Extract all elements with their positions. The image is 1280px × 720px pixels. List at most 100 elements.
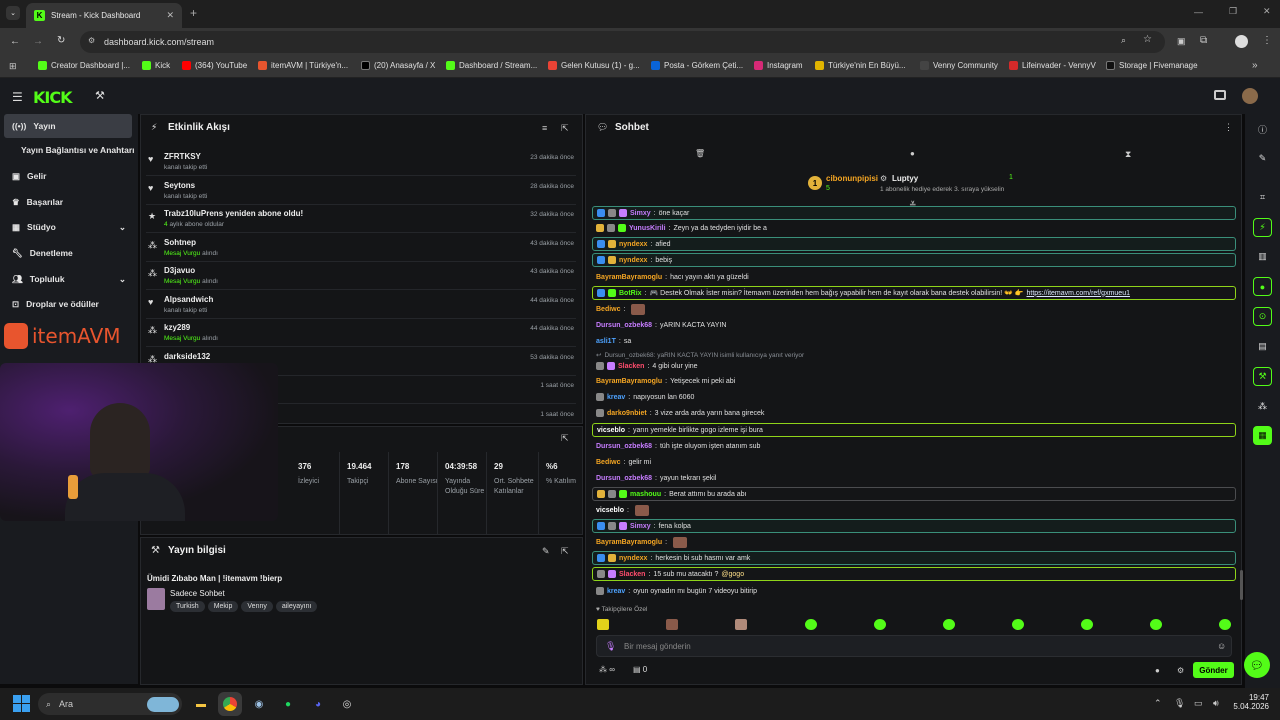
bookmark-itemavm[interactable]: itemAVM | Türkiye'n...: [258, 61, 348, 70]
profile-avatar[interactable]: [1235, 35, 1248, 48]
chat-username[interactable]: nyndexx: [619, 241, 647, 248]
trash-icon[interactable]: 🗑︎: [695, 149, 705, 158]
emote-button[interactable]: [666, 619, 678, 630]
crop-icon[interactable]: ⌗: [1253, 188, 1272, 207]
window-close-icon[interactable]: ✕: [1263, 6, 1271, 17]
emote-button[interactable]: [1012, 619, 1024, 630]
chat-username[interactable]: Dursun_ozbek68: [596, 443, 652, 450]
modqueue-icon[interactable]: ▤: [1253, 337, 1272, 356]
info-icon[interactable]: ⓘ: [1253, 120, 1272, 139]
steam-icon[interactable]: ◉: [247, 692, 271, 716]
chat-username[interactable]: Bediwc: [596, 459, 621, 466]
chat-message[interactable]: BayramBayramoglu: Yetişecek mi peki abi: [592, 374, 1236, 388]
chat-username[interactable]: kreav: [607, 394, 625, 401]
emote-button[interactable]: [943, 619, 955, 630]
activity-event-row[interactable]: ⁂ kzy289 Mesaj Vurgu alındı 44 dakika ön…: [146, 319, 576, 347]
tag[interactable]: Venny: [241, 601, 273, 612]
emote-button[interactable]: [1081, 619, 1093, 630]
extension-icon[interactable]: ▣: [1177, 36, 1186, 47]
chat-message[interactable]: YunusKirili: Zeyn ya da tedyden iyidir be…: [592, 221, 1236, 235]
bookmark-instagram[interactable]: Instagram: [754, 61, 803, 70]
windows-start-icon[interactable]: [13, 695, 30, 712]
taskbar-search[interactable]: ⌕ Ara: [38, 693, 182, 715]
activity-event-row[interactable]: ⁂ D3javuo Mesaj Vurgu alındı 43 dakika ö…: [146, 262, 576, 290]
activity-event-row[interactable]: ★ Trabz10luPrens yeniden abone oldu! 4 a…: [146, 205, 576, 233]
chat-message[interactable]: Dursun_ozbek68: yayun tekrarı şekil: [592, 471, 1236, 485]
pin-icon[interactable]: ⚒: [95, 89, 105, 102]
chat-username[interactable]: kreav: [607, 588, 625, 595]
chat-username[interactable]: BayramBayramoglu: [596, 378, 662, 385]
edit-pencil-icon[interactable]: ✎: [542, 546, 550, 557]
activity-event-row[interactable]: ♥ Seytons kanalı takip etti 28 dakika ön…: [146, 177, 576, 205]
tray-volume-icon[interactable]: 🔊︎: [1213, 698, 1219, 709]
tray-mic-icon[interactable]: 🎙︎: [1174, 698, 1185, 709]
chat-message[interactable]: nyndexx: herkesin bi sub hasmı var amk: [592, 551, 1236, 565]
kick-logo[interactable]: KICK: [33, 88, 72, 107]
chat-username[interactable]: Dursun_ozbek68: [596, 322, 652, 329]
emote-button[interactable]: [735, 619, 747, 630]
chat-username[interactable]: BayramBayramoglu: [596, 274, 662, 281]
bookmark-outlook[interactable]: Posta - Görkem Çeti...: [651, 61, 743, 70]
bookmark-venny-community[interactable]: Venny Community: [920, 61, 998, 70]
chat-mention[interactable]: @gogo: [721, 571, 744, 578]
gift-user-name[interactable]: Luptyy: [892, 174, 918, 183]
back-icon[interactable]: ←: [10, 36, 20, 47]
bookmark-turkiye[interactable]: Türkiye'nin En Büyü...: [815, 61, 906, 70]
wallet-icon[interactable]: [1214, 90, 1226, 100]
reload-icon[interactable]: ↻: [57, 35, 65, 46]
edit-icon[interactable]: ✎: [1253, 149, 1272, 168]
obs-icon[interactable]: ◎: [335, 692, 359, 716]
filter-icon[interactable]: ≡: [542, 123, 547, 133]
chat-message[interactable]: Bediwc:: [592, 302, 1236, 316]
chat-username[interactable]: vicseblo: [597, 427, 625, 434]
new-tab-icon[interactable]: +: [190, 6, 197, 20]
notes-icon[interactable]: ▥: [1253, 247, 1272, 266]
bookmark-lifeinvader[interactable]: Lifeinvader - VennyV: [1009, 61, 1096, 70]
tray-chevron-icon[interactable]: ⌃: [1154, 698, 1162, 709]
chat-username[interactable]: nyndexx: [619, 555, 647, 562]
chat-username[interactable]: Dursun_ozbek68: [596, 475, 652, 482]
chat-message[interactable]: Slacken:4 gibi olur yine: [592, 359, 1236, 373]
chat-message[interactable]: asli1T: sa: [592, 334, 1236, 348]
chat-username[interactable]: YunusKirili: [629, 225, 666, 232]
apps-grid-icon[interactable]: ⊞: [9, 61, 17, 72]
chat-toggle-icon[interactable]: ●: [1253, 277, 1272, 296]
chat-username[interactable]: asli1T: [596, 338, 616, 345]
maximize-icon[interactable]: ❐: [1229, 6, 1237, 17]
slow-mode-hourglass-icon[interactable]: ⧗: [1125, 149, 1131, 160]
sidebar-item-topluluk[interactable]: 👥︎ Topluluk ⌄: [4, 267, 132, 291]
chrome-icon[interactable]: [218, 692, 242, 716]
browser-tab-active[interactable]: K Stream - Kick Dashboard ✕: [26, 3, 182, 28]
activity-event-row[interactable]: ♥ ZFRTKSY kanalı takip etti 23 dakika ön…: [146, 148, 576, 176]
chat-scrollbar[interactable]: [1240, 570, 1243, 600]
more-bookmarks-icon[interactable]: »: [1252, 60, 1258, 71]
bookmark-dashboard-stream[interactable]: Dashboard / Stream...: [446, 61, 537, 70]
mod-tools-icon[interactable]: ⚒: [1253, 367, 1272, 386]
chat-settings-gear-icon[interactable]: ⚙: [1177, 666, 1184, 675]
chat-message[interactable]: BayramBayramoglu: hacı yayın aktı ya güze…: [592, 270, 1236, 284]
user-avatar[interactable]: [1242, 88, 1258, 104]
chat-message[interactable]: Simxy: öne kaçar: [592, 206, 1236, 220]
activity-lightning-icon[interactable]: ⚡︎: [1253, 218, 1272, 237]
chat-username[interactable]: BotRix: [619, 290, 642, 297]
file-explorer-icon[interactable]: ▬: [189, 692, 213, 716]
chat-username[interactable]: Simxy: [630, 523, 651, 530]
chat-message[interactable]: Dursun_ozbek68: tüh işte oluyom işten ata…: [592, 439, 1236, 453]
bookmark-creator-dashboard[interactable]: Creator Dashboard |...: [38, 61, 130, 70]
forward-icon[interactable]: →: [33, 36, 43, 47]
site-info-icon[interactable]: ⚙: [88, 36, 95, 45]
chat-message[interactable]: nyndexx: afied: [592, 237, 1236, 251]
broadcast-toggle-icon[interactable]: ⊙: [1253, 307, 1272, 326]
browser-menu-icon[interactable]: ⋮: [1262, 35, 1272, 46]
chat-username[interactable]: BayramBayramoglu: [596, 539, 662, 546]
bot-icon[interactable]: ▦: [1253, 426, 1272, 445]
chat-message[interactable]: BayramBayramoglu:: [592, 535, 1236, 549]
sidebar-item-denetleme[interactable]: 🔧︎ Denetleme: [4, 241, 132, 265]
bookmark-gmail[interactable]: Gelen Kutusu (1) - g...: [548, 61, 640, 70]
chat-message[interactable]: Simxy: fena kolpa: [592, 519, 1236, 533]
chat-message[interactable]: kreav: napıyosun lan 6060: [592, 390, 1236, 404]
sidebar-item-basarilar[interactable]: ♛ Başarılar: [4, 190, 132, 214]
chat-message[interactable]: Bediwc: gelir mi: [592, 455, 1236, 469]
bookmark-fivemanage[interactable]: Storage | Fivemanage: [1106, 61, 1198, 70]
emoji-icon[interactable]: ☺: [1217, 641, 1226, 651]
